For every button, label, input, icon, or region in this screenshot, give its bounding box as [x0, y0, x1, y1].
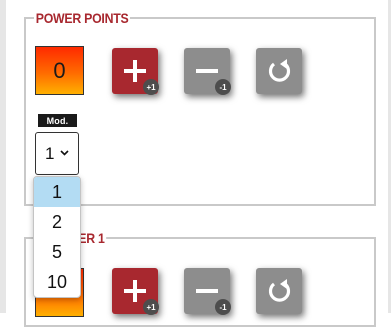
- dropdown-option-5[interactable]: 5: [34, 237, 80, 267]
- page-left-gutter: [0, 0, 6, 313]
- dropdown-option-10[interactable]: 10: [34, 267, 80, 297]
- counter-value: 0: [53, 57, 66, 83]
- reset-icon: [268, 59, 291, 82]
- modifier-label: Mod.: [38, 114, 77, 127]
- power-points-legend: POWER POINTS: [34, 10, 131, 26]
- dropdown-option-2[interactable]: 2: [34, 207, 80, 237]
- counter-1-increment-button[interactable]: +1: [112, 268, 159, 315]
- minus-icon: [196, 69, 218, 73]
- increment-badge: +1: [143, 79, 159, 95]
- reset-button[interactable]: [256, 48, 302, 94]
- plus-icon: [124, 60, 146, 82]
- chevron-down-icon: [60, 148, 70, 159]
- decrement-button[interactable]: -1: [184, 48, 231, 95]
- modifier-dropdown-list: 1 2 5 10: [33, 176, 81, 298]
- reset-icon: [268, 279, 291, 302]
- modifier-select-value: 1: [45, 143, 55, 163]
- decrement-badge: -1: [215, 79, 231, 95]
- increment-button[interactable]: +1: [112, 48, 159, 95]
- counter-1-reset-button[interactable]: [256, 268, 302, 314]
- dropdown-option-1[interactable]: 1: [34, 177, 80, 207]
- plus-icon: [124, 280, 146, 302]
- minus-icon: [196, 289, 218, 293]
- counter-1-decrement-button[interactable]: -1: [184, 268, 231, 315]
- power-points-counter-display: 0: [35, 46, 84, 95]
- modifier-select[interactable]: 1: [35, 132, 79, 175]
